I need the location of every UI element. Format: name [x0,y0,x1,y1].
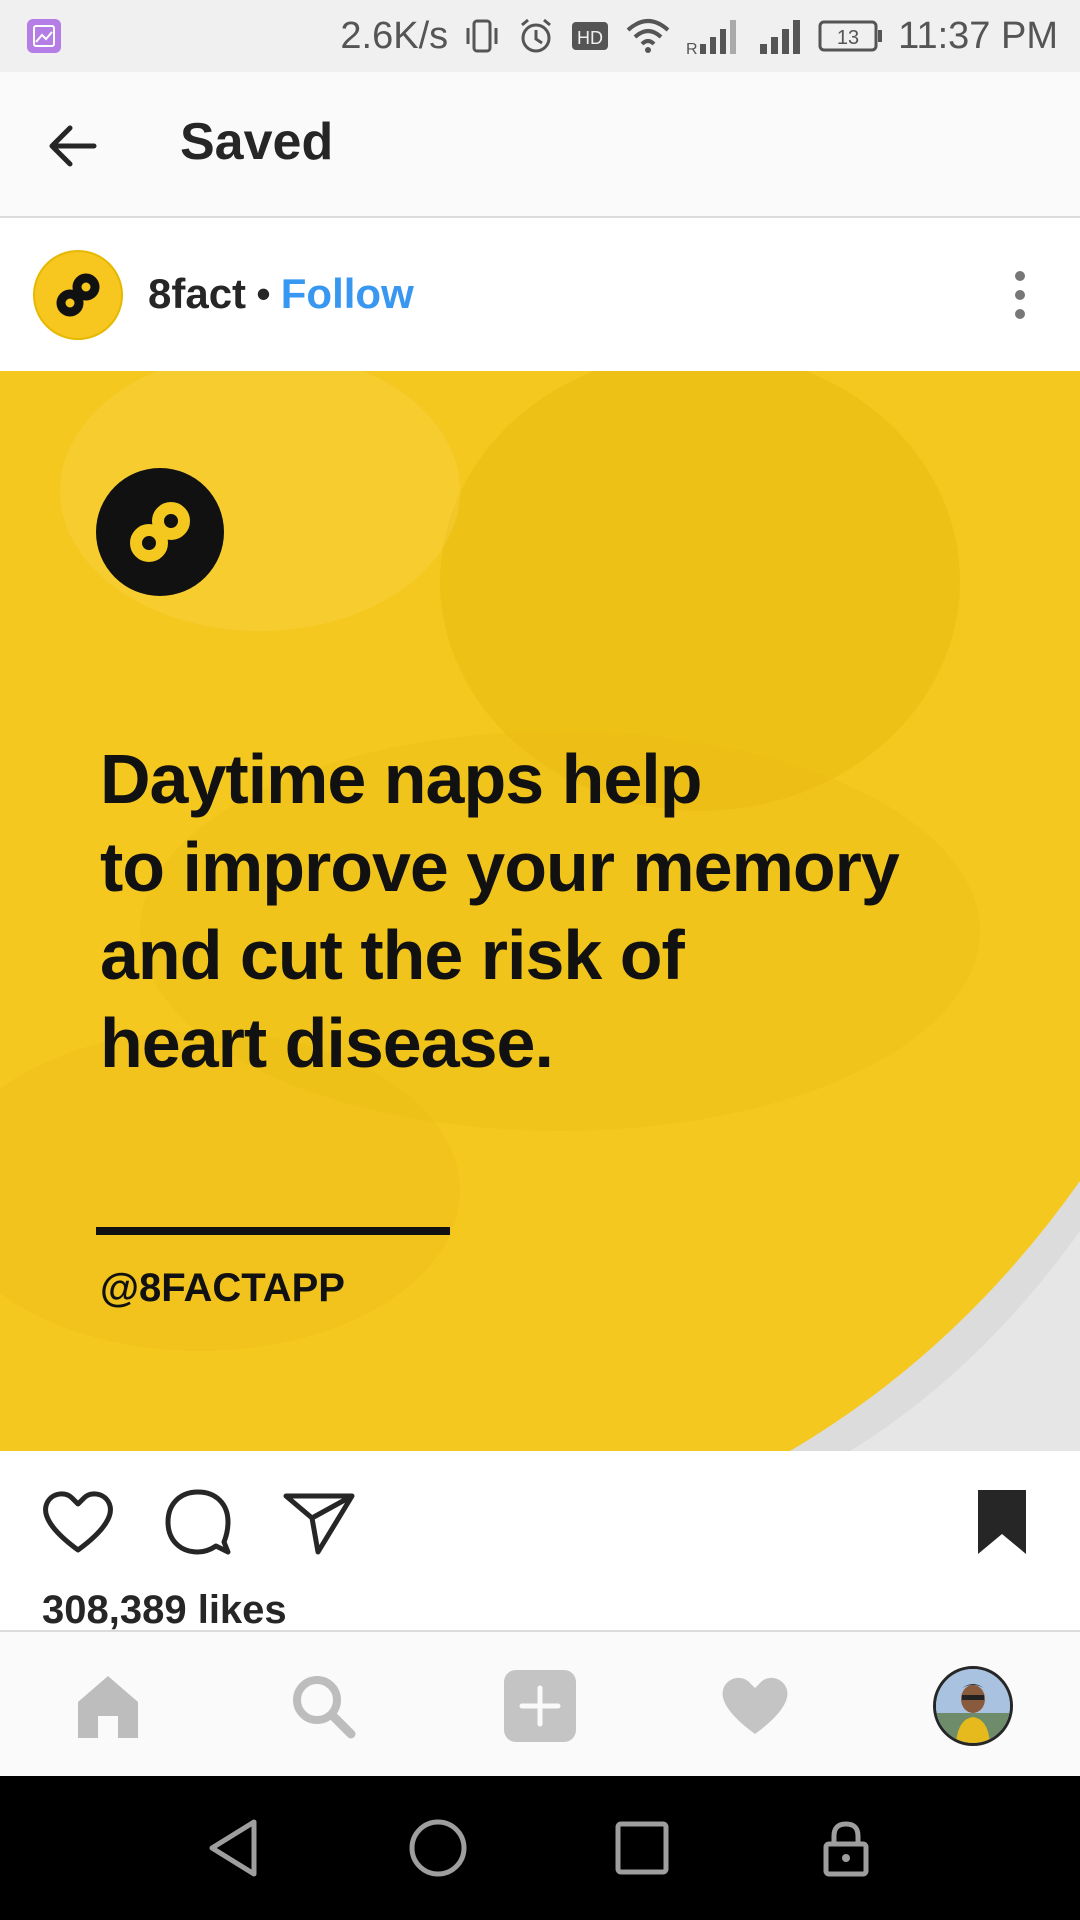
screen: 2.6K/s HD R 13 11:37 PM Saved 8fact • Fo… [0,0,1080,1920]
home-icon[interactable] [68,1666,148,1746]
system-recents-icon[interactable] [608,1814,676,1882]
search-icon[interactable] [283,1666,363,1746]
post-username[interactable]: 8fact [148,270,246,318]
svg-text:HD: HD [577,28,603,48]
follow-button[interactable]: Follow [281,270,414,318]
profile-avatar[interactable] [933,1666,1013,1746]
bookmark-saved-icon[interactable] [962,1482,1042,1562]
signal-icon: R [686,16,744,56]
system-lock-icon[interactable] [812,1814,880,1882]
headline-line: Daytime naps help [100,740,703,818]
system-back-icon[interactable] [200,1814,268,1882]
headline-line: to improve your memory [100,828,900,906]
divider-line [96,1227,450,1235]
page-title: Saved [180,113,334,171]
wifi-icon [624,16,672,56]
activity-heart-icon[interactable] [715,1666,795,1746]
gallery-icon [26,18,62,59]
comment-icon[interactable] [158,1482,238,1562]
user-avatar[interactable] [33,250,123,340]
bottom-navigation [0,1630,1080,1778]
battery-icon: 13 [818,16,884,56]
like-heart-icon[interactable] [38,1482,118,1562]
post-header: 8fact • Follow [0,218,1080,370]
system-navigation-bar [0,1776,1080,1920]
brand-logo-icon [96,468,224,596]
alarm-icon [516,16,556,56]
top-app-bar: Saved [0,72,1080,218]
share-send-icon[interactable] [278,1482,358,1562]
likes-count[interactable]: 308,389 likes [42,1588,287,1633]
add-icon[interactable] [500,1666,580,1746]
svg-text:R: R [686,41,698,56]
vibrate-icon [462,16,502,56]
network-speed: 2.6K/s [340,14,449,57]
status-bar: 2.6K/s HD R 13 11:37 PM [0,0,1080,72]
post-image[interactable]: Daytime naps help to improve your memory… [0,371,1080,1451]
signal-icon-2 [758,16,804,56]
back-arrow-icon[interactable] [42,116,102,176]
post-headline: Daytime naps help to improve your memory… [100,735,1000,1087]
svg-text:13: 13 [837,27,859,49]
8fact-logo-icon [56,273,100,317]
headline-line: heart disease. [100,1004,554,1082]
brand-handle: @8FACTAPP [100,1266,345,1310]
system-home-icon[interactable] [404,1814,472,1882]
post-actions [0,1452,1080,1588]
clock: 11:37 PM [898,14,1058,57]
hd-icon: HD [570,16,610,56]
separator-dot: • [256,270,271,317]
more-options-icon[interactable] [1010,270,1030,320]
headline-line: and cut the risk of [100,916,685,994]
